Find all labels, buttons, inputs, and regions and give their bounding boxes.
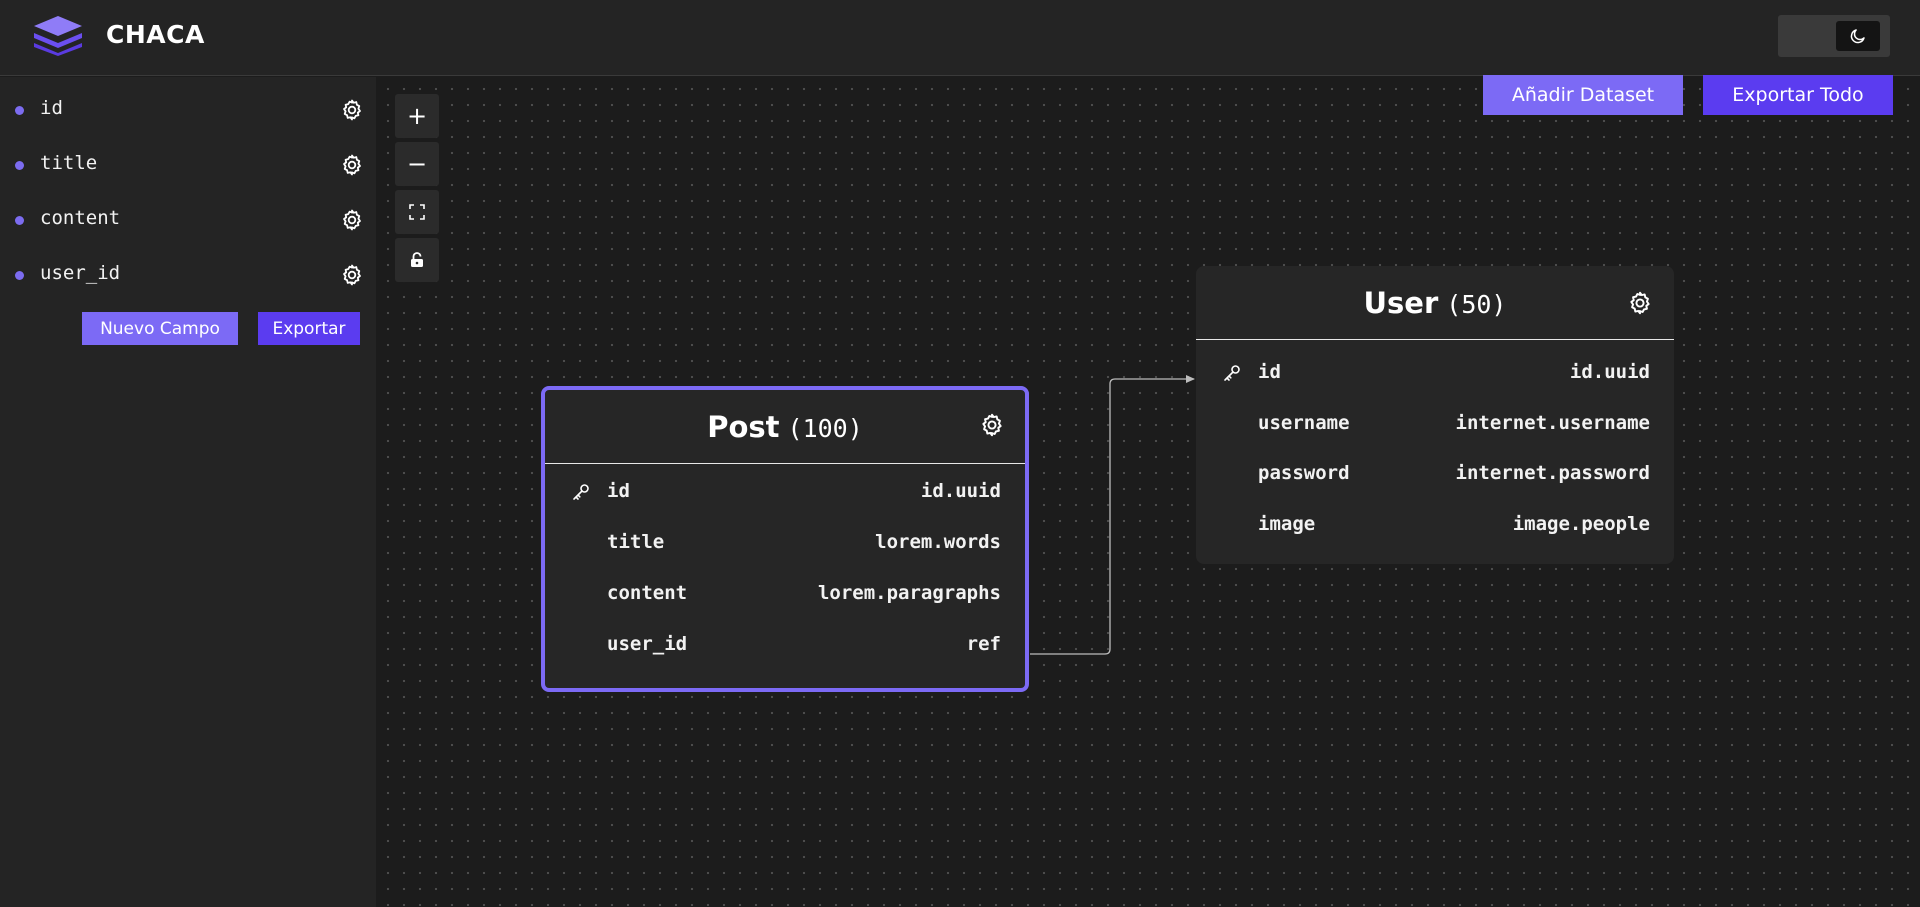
field-type: lorem.words [875, 531, 1001, 553]
node-header[interactable]: User (50) [1196, 266, 1674, 340]
dataset-count: (100) [787, 414, 863, 443]
sidebar-field-label: title [40, 152, 98, 174]
key-icon [571, 482, 591, 502]
node-field-row[interactable]: username internet.username [1196, 404, 1674, 444]
dataset-count: (50) [1446, 290, 1507, 319]
field-type: internet.password [1455, 462, 1650, 484]
field-name: password [1258, 462, 1350, 484]
field-name: username [1258, 412, 1350, 434]
new-field-button[interactable]: Nuevo Campo [82, 312, 238, 345]
lock-button[interactable] [395, 238, 439, 282]
sidebar-field-user-id[interactable]: user_id [0, 254, 376, 294]
zoom-out-button[interactable]: − [395, 142, 439, 186]
field-name: user_id [607, 633, 688, 655]
field-name: id [607, 480, 630, 502]
field-bullet [15, 271, 24, 280]
node-field-row[interactable]: user_id ref [545, 625, 1025, 665]
app-title: CHACA [106, 20, 205, 49]
node-field-row[interactable]: title lorem.words [545, 523, 1025, 563]
field-sidebar: id title content user_id Nuevo Campo Exp… [0, 77, 376, 907]
node-title: User (50) [1196, 286, 1674, 320]
field-name: id [1258, 361, 1281, 383]
gear-icon[interactable] [340, 208, 364, 232]
node-field-row[interactable]: image image.people [1196, 505, 1674, 545]
node-field-row[interactable]: content lorem.paragraphs [545, 574, 1025, 614]
sidebar-field-label: id [40, 97, 63, 119]
key-icon [1222, 363, 1242, 383]
field-bullet [15, 106, 24, 115]
gear-icon[interactable] [1627, 290, 1653, 316]
field-bullet [15, 216, 24, 225]
plus-icon: + [406, 102, 428, 130]
dataset-node-user[interactable]: User (50) id id.uuid username internet.us… [1196, 266, 1674, 564]
field-type: lorem.paragraphs [817, 582, 1001, 604]
fit-view-button[interactable] [395, 190, 439, 234]
sidebar-field-content[interactable]: content [0, 199, 376, 239]
gear-icon[interactable] [340, 98, 364, 122]
theme-toggle[interactable] [1778, 15, 1890, 57]
field-name: image [1258, 513, 1316, 535]
field-type: id.uuid [920, 480, 1001, 502]
node-field-row[interactable]: password internet.password [1196, 454, 1674, 494]
dataset-name: User [1363, 286, 1439, 320]
field-type: internet.username [1455, 412, 1650, 434]
app-header: CHACA [0, 0, 1920, 76]
moon-icon [1850, 29, 1865, 44]
sidebar-field-label: user_id [40, 262, 121, 284]
minus-icon: − [406, 150, 428, 178]
sidebar-field-id[interactable]: id [0, 89, 376, 129]
sidebar-field-title[interactable]: title [0, 144, 376, 184]
node-title: Post (100) [545, 410, 1025, 444]
chaca-logo-icon [34, 16, 82, 56]
gear-icon[interactable] [340, 263, 364, 287]
export-button[interactable]: Exportar [258, 312, 360, 345]
dataset-node-post[interactable]: Post (100) id id.uuid title lorem.words c… [541, 386, 1029, 692]
gear-icon[interactable] [979, 412, 1005, 438]
add-dataset-button[interactable]: Añadir Dataset [1483, 75, 1683, 115]
sidebar-field-label: content [40, 207, 121, 229]
gear-icon[interactable] [340, 153, 364, 177]
field-type: ref [966, 633, 1001, 655]
export-all-button[interactable]: Exportar Todo [1703, 75, 1893, 115]
node-field-row[interactable]: id id.uuid [545, 472, 1025, 512]
field-bullet [15, 161, 24, 170]
node-header[interactable]: Post (100) [545, 390, 1025, 464]
fit-view-icon [409, 204, 425, 220]
zoom-in-button[interactable]: + [395, 94, 439, 138]
lock-icon [411, 252, 423, 267]
theme-toggle-knob[interactable] [1836, 21, 1880, 51]
dataset-name: Post [707, 410, 780, 444]
field-type: id.uuid [1569, 361, 1650, 383]
node-field-row[interactable]: id id.uuid [1196, 353, 1674, 393]
field-name: title [607, 531, 665, 553]
field-type: image.people [1512, 513, 1650, 535]
field-name: content [607, 582, 688, 604]
schema-canvas[interactable]: + − Añadir Dataset Exportar Todo Post (10… [376, 75, 1920, 907]
